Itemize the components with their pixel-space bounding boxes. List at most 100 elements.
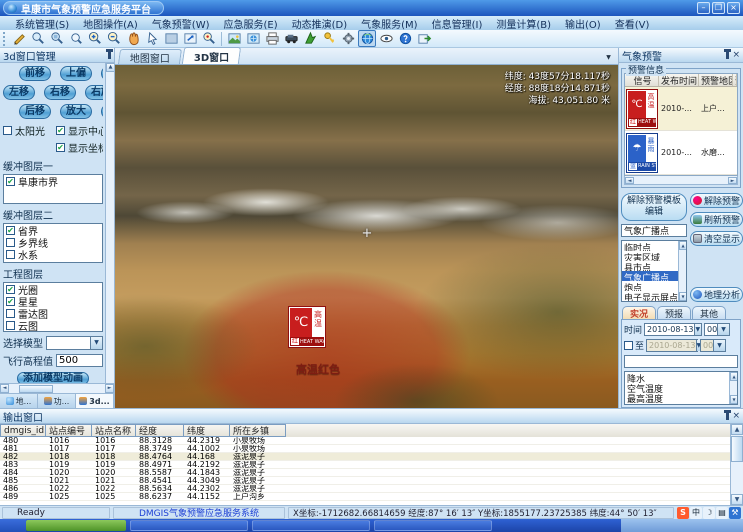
- menu-emergency[interactable]: 应急服务(E): [217, 16, 285, 31]
- scroll-left-icon[interactable]: ◄: [0, 384, 9, 393]
- clear-display-button[interactable]: 清空显示: [690, 231, 743, 246]
- print-icon[interactable]: [263, 30, 281, 47]
- taskbar-button[interactable]: [130, 520, 248, 531]
- full-extent-icon[interactable]: [162, 30, 180, 47]
- buffer-layer1-list[interactable]: 阜康市界: [3, 174, 103, 204]
- tab-live[interactable]: 实况: [622, 306, 656, 319]
- globe-3d-icon[interactable]: [358, 30, 376, 47]
- element-list-scrollbar[interactable]: ▲ ▼: [729, 372, 737, 404]
- list-item[interactable]: 灾害区域: [622, 251, 678, 261]
- tab-other[interactable]: 其他: [692, 306, 726, 319]
- menu-measure[interactable]: 测量计算(B): [489, 16, 558, 31]
- chevron-down-icon[interactable]: ▼: [694, 324, 702, 335]
- add-model-animation-button[interactable]: 添加模型动画: [17, 372, 89, 383]
- scroll-up-icon[interactable]: ▲: [679, 241, 687, 250]
- scroll-down-icon[interactable]: ▼: [679, 292, 687, 301]
- export-icon[interactable]: [415, 30, 433, 47]
- element-selection-field[interactable]: [624, 355, 738, 368]
- hscroll-thumb[interactable]: [19, 385, 53, 393]
- layer-checkbox[interactable]: [6, 309, 15, 318]
- move-back-button[interactable]: 后移: [19, 104, 51, 119]
- menu-output[interactable]: 输出(O): [558, 16, 608, 31]
- list-item[interactable]: 降水: [625, 372, 729, 382]
- settings-gear-icon[interactable]: [339, 30, 357, 47]
- vscroll-thumb[interactable]: [731, 436, 743, 462]
- taskbar-button[interactable]: [252, 520, 370, 531]
- point-type-list[interactable]: 临时点 灾害区域 县市点 气象广播点 炮点 电子显示屏点 ▲ ▼: [621, 240, 687, 302]
- scroll-left-icon[interactable]: ◄: [625, 177, 634, 184]
- col-cut[interactable]: 预: [733, 74, 737, 86]
- menu-info[interactable]: 信息管理(I): [425, 16, 490, 31]
- menu-system[interactable]: 系统管理(S): [8, 16, 76, 31]
- vehicle-icon[interactable]: [282, 30, 300, 47]
- tab-3d-window-manager[interactable]: 3d...: [76, 394, 114, 408]
- measure-icon[interactable]: [10, 30, 28, 47]
- list-item[interactable]: 炮点: [622, 281, 678, 291]
- menu-weather-warning[interactable]: 气象预警(W): [145, 16, 217, 31]
- zoom-out-icon[interactable]: [105, 30, 123, 47]
- layer-checkbox[interactable]: [6, 177, 15, 186]
- tab-list-dropdown-icon[interactable]: ▼: [602, 51, 615, 64]
- point-type-field[interactable]: 气象广播点: [621, 224, 687, 237]
- zoom-out-3d-button[interactable]: 缩小: [101, 104, 103, 119]
- flight-height-input[interactable]: [56, 354, 103, 367]
- keyboard-icon[interactable]: ▤: [716, 507, 728, 519]
- list-item[interactable]: 气象广播点: [622, 271, 678, 281]
- close-button[interactable]: ×: [727, 2, 740, 14]
- layer-checkbox[interactable]: [6, 285, 15, 294]
- project-layer-list[interactable]: 光圈 星星 雷达图 云图: [3, 282, 103, 332]
- layer-checkbox[interactable]: [6, 226, 15, 235]
- to-date-checkbox[interactable]: [624, 341, 633, 350]
- show-coords-checkbox[interactable]: [56, 143, 65, 152]
- move-right-button[interactable]: 右移: [44, 85, 76, 100]
- hour-dropdown[interactable]: 00▼: [704, 323, 730, 336]
- 3d-terrain-viewport[interactable]: 纬度: 43度57分18.117秒 经度: 88度18分14.871秒 海拔: …: [115, 65, 618, 408]
- restore-button[interactable]: ❐: [712, 2, 725, 14]
- output-table-scrollbar[interactable]: ▲ ▼: [730, 424, 743, 505]
- heat-wave-billboard-icon[interactable]: ℃ 高温 红 HEAT WAVE: [289, 307, 325, 347]
- buffer-layer2-list[interactable]: 省界 乡界线 水系: [3, 223, 103, 263]
- col-township[interactable]: 所在乡镇: [230, 424, 286, 437]
- refresh-icon[interactable]: [181, 30, 199, 47]
- menu-weather-service[interactable]: 气象服务(M): [354, 16, 424, 31]
- pan-icon[interactable]: [124, 30, 142, 47]
- model-select-dropdown[interactable]: ▼: [46, 336, 103, 350]
- col-longitude[interactable]: 经度: [136, 424, 184, 437]
- scroll-down-icon[interactable]: ▼: [731, 494, 743, 505]
- help-icon[interactable]: [396, 30, 414, 47]
- scroll-up-icon[interactable]: ▲: [731, 424, 743, 435]
- scroll-down-icon[interactable]: ▼: [730, 395, 738, 404]
- left-panel-scrollbar[interactable]: ▲: [105, 63, 114, 383]
- list-item[interactable]: 电子显示屏点: [622, 291, 678, 301]
- warning-table-hscrollbar[interactable]: ◄ ►: [624, 176, 738, 185]
- taskbar-start-edge[interactable]: [0, 519, 26, 532]
- remove-warning-button[interactable]: 解除预警: [690, 193, 743, 208]
- weather-element-list[interactable]: 降水 空气温度 最高温度 最低温度 地表温度 ▲ ▼: [624, 371, 738, 405]
- layer-checkbox[interactable]: [6, 297, 15, 306]
- chinese-mode-icon[interactable]: 中: [690, 507, 702, 519]
- list-item[interactable]: 最高温度: [625, 392, 729, 402]
- select-arrow-icon[interactable]: [143, 30, 161, 47]
- rotate-right-button[interactable]: 右旋: [85, 85, 103, 100]
- warning-row-heat[interactable]: ℃高温 红HEAT WAVE 2010-... 上户...: [625, 87, 737, 131]
- zoom-in-icon[interactable]: [86, 30, 104, 47]
- zoom-last-icon[interactable]: [67, 30, 85, 47]
- identify-icon[interactable]: [200, 30, 218, 47]
- col-dmgis-id[interactable]: dmgis_id: [0, 424, 46, 437]
- pin-icon[interactable]: [108, 51, 111, 59]
- sogou-ime-icon[interactable]: S: [677, 507, 689, 519]
- date-dropdown[interactable]: 2010-08-13▼: [644, 323, 702, 336]
- tab-forecast[interactable]: 预报: [657, 306, 691, 319]
- sunlight-checkbox[interactable]: [3, 126, 12, 135]
- taskbar-button[interactable]: [374, 520, 492, 531]
- key-icon[interactable]: [320, 30, 338, 47]
- left-panel-hscrollbar[interactable]: ◄ ►: [0, 383, 114, 393]
- taskbar-active-button[interactable]: [26, 520, 126, 531]
- zoom-select-icon[interactable]: [29, 30, 47, 47]
- list-item[interactable]: 最低温度: [625, 402, 729, 405]
- pitch-down-button[interactable]: 下俯: [101, 66, 103, 81]
- scroll-up-icon[interactable]: ▲: [730, 372, 738, 381]
- col-latitude[interactable]: 纬度: [184, 424, 230, 437]
- scroll-right-icon[interactable]: ►: [105, 384, 114, 393]
- to-date-dropdown[interactable]: 2010-08-13▼: [646, 339, 698, 352]
